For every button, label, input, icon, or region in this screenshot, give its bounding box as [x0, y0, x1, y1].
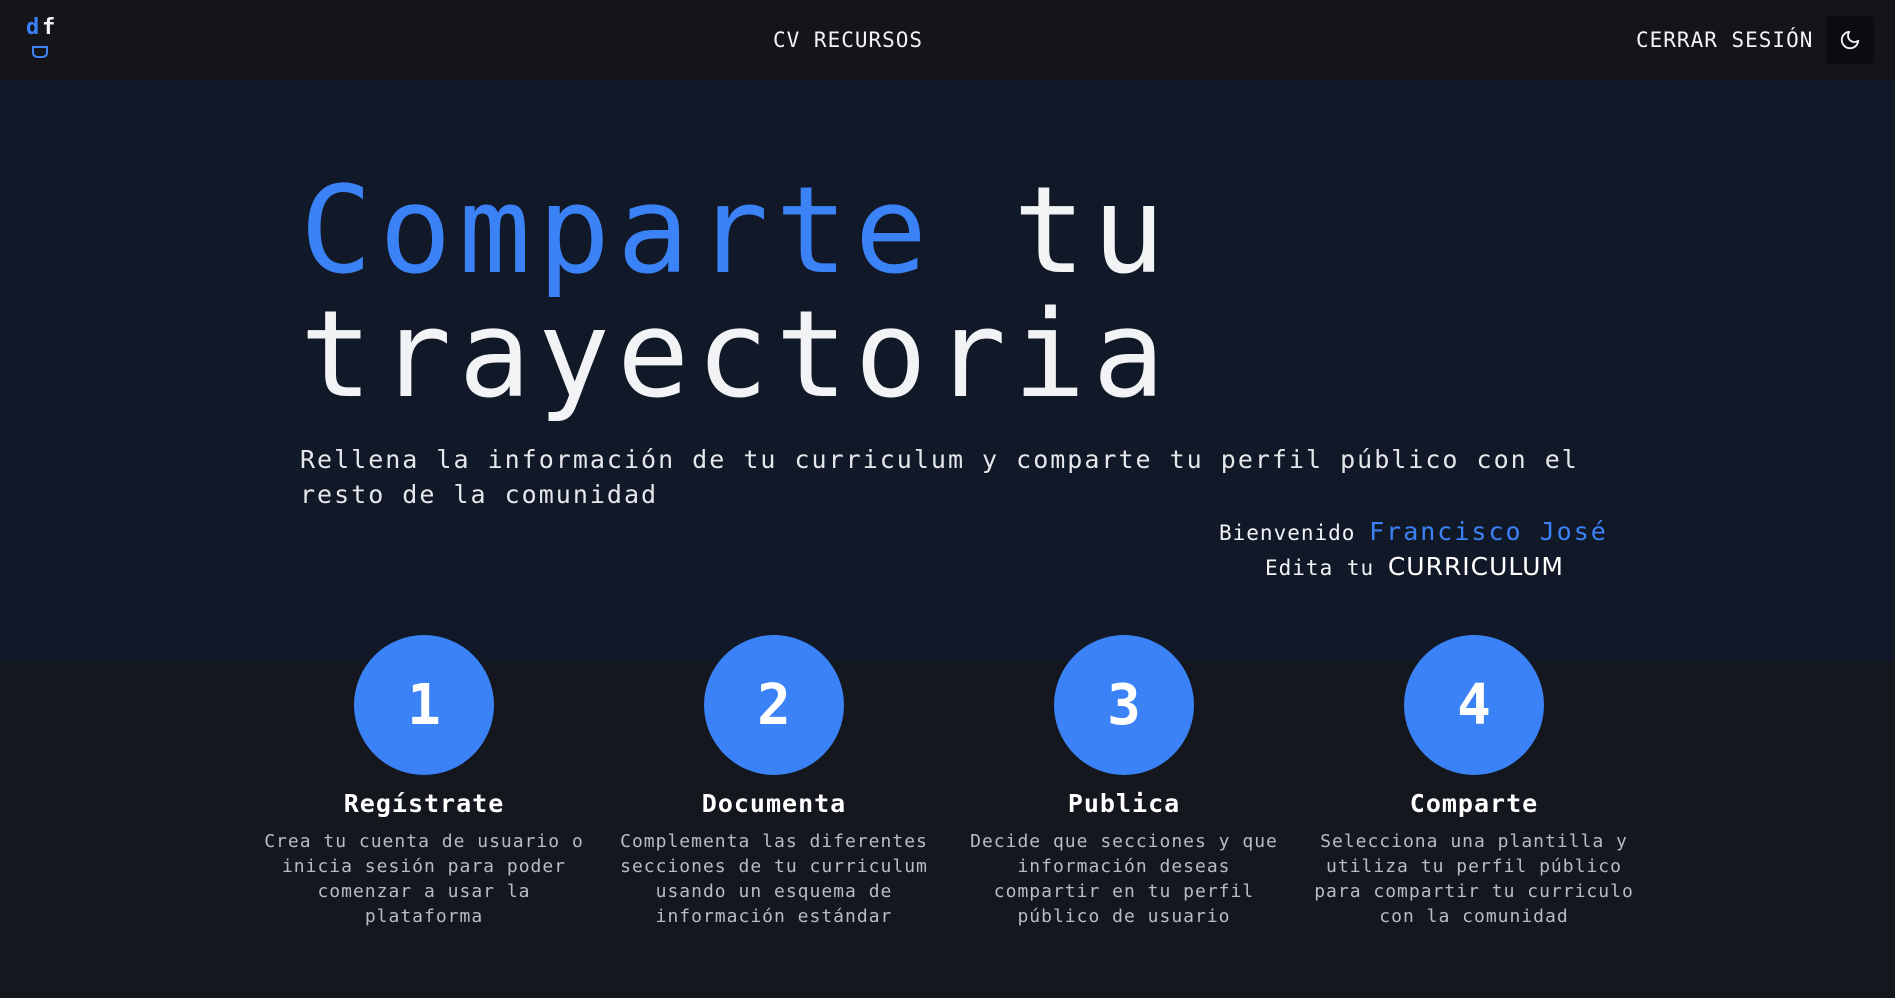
- hero-title-rest-1: tu: [933, 162, 1172, 301]
- step-description: Complementa las diferentes secciones de …: [620, 831, 928, 927]
- steps-section: 1 Regístrate Crea tu cuenta de usuario o…: [0, 635, 1895, 998]
- step-description: Selecciona una plantilla y utiliza tu pe…: [1314, 831, 1634, 927]
- step-title: Publica: [1067, 789, 1181, 818]
- step-number-badge: 3: [1054, 635, 1194, 775]
- step-title: Documenta: [701, 789, 847, 818]
- step-3: 3 Publica Decide que secciones y que inf…: [964, 635, 1284, 929]
- user-name: Francisco José: [1369, 517, 1608, 546]
- edit-label: Edita tu: [1265, 556, 1375, 580]
- step-title: Regístrate: [343, 789, 505, 818]
- step-2: 2 Documenta Complementa las diferentes s…: [614, 635, 934, 929]
- theme-toggle-button[interactable]: [1826, 16, 1874, 64]
- logo[interactable]: d f: [26, 16, 56, 62]
- moon-icon: [1840, 30, 1860, 50]
- hero-title: Comparte tu trayectoria: [300, 170, 1172, 418]
- welcome-line: Bienvenido Francisco José: [1219, 515, 1608, 550]
- hero-subtitle: Rellena la información de tu curriculum …: [300, 445, 1579, 509]
- nav-link-cv-recursos[interactable]: CV RECURSOS: [773, 28, 923, 52]
- step-description: Decide que secciones y que información d…: [970, 831, 1278, 927]
- step-description: Crea tu cuenta de usuario o inicia sesió…: [264, 831, 584, 927]
- logo-letter-f: f: [42, 15, 56, 40]
- edit-curriculum-link[interactable]: CURRICULUM: [1388, 552, 1564, 581]
- step-4: 4 Comparte Selecciona una plantilla y ut…: [1314, 635, 1634, 929]
- logo-mouth-icon: [32, 46, 48, 58]
- step-title: Comparte: [1409, 789, 1539, 818]
- step-number-badge: 1: [354, 635, 494, 775]
- logout-link[interactable]: CERRAR SESIÓN: [1636, 28, 1813, 52]
- step-number-badge: 4: [1404, 635, 1544, 775]
- welcome-label: Bienvenido: [1219, 521, 1356, 545]
- hero-section: Comparte tu trayectoria Rellena la inform…: [0, 80, 1895, 662]
- logo-letter-d: d: [26, 15, 40, 40]
- hero-title-rest-2: trayectoria: [300, 286, 1172, 425]
- hero-title-accent: Comparte: [300, 162, 934, 301]
- step-1: 1 Regístrate Crea tu cuenta de usuario o…: [264, 635, 584, 929]
- step-number-badge: 2: [704, 635, 844, 775]
- edit-curriculum-line: Edita tu CURRICULUM: [1265, 550, 1564, 585]
- navbar: d f CV RECURSOS CERRAR SESIÓN: [0, 0, 1895, 80]
